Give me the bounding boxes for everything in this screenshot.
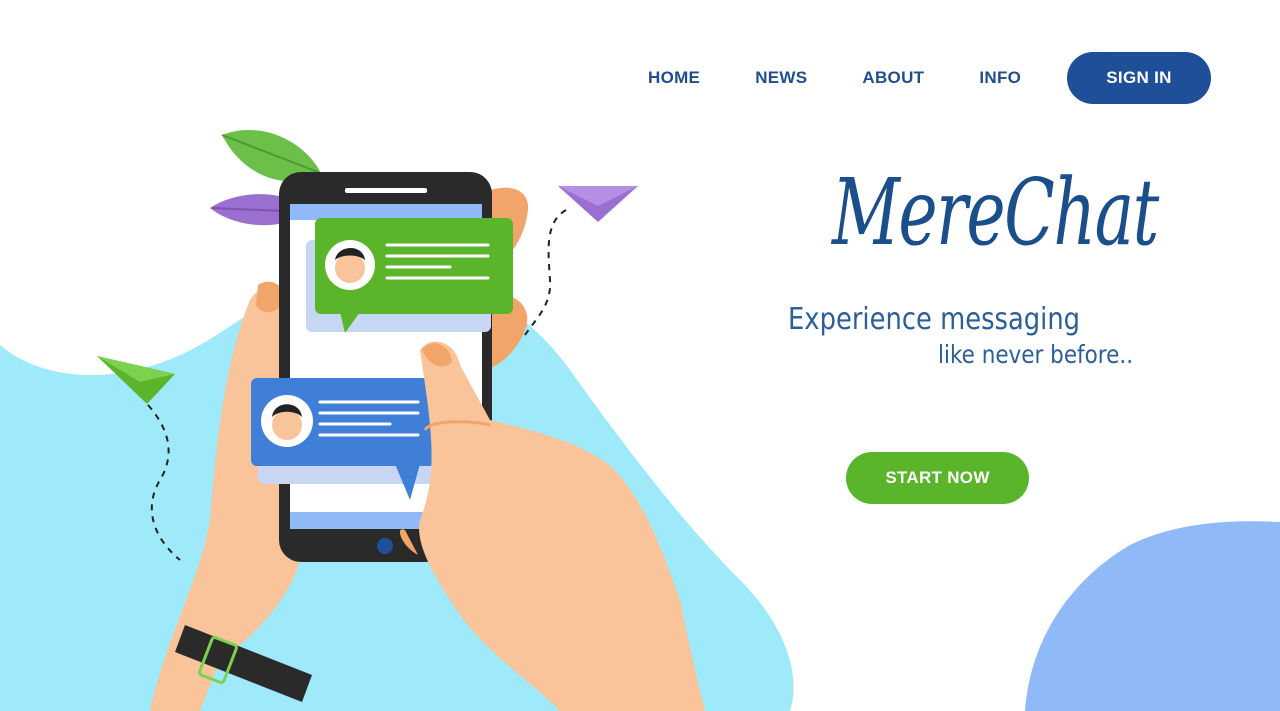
- hand-icon: [399, 341, 705, 711]
- chat-bubble-icon: [251, 378, 445, 500]
- nav-about-link[interactable]: ABOUT: [862, 68, 924, 88]
- nav-news-link[interactable]: NEWS: [755, 68, 807, 88]
- top-navigation: HOME NEWS ABOUT INFO SIGN IN: [620, 52, 1220, 104]
- tagline-line-2: like never before..: [938, 340, 1134, 369]
- nav-home-link[interactable]: HOME: [648, 68, 700, 88]
- nav-info-link[interactable]: INFO: [979, 68, 1021, 88]
- sign-in-button[interactable]: SIGN IN: [1067, 52, 1211, 104]
- chat-bubble-icon: [306, 218, 513, 333]
- start-now-button[interactable]: START NOW: [846, 452, 1029, 504]
- brand-title: MereChat: [832, 159, 1159, 266]
- paper-plane-icon: [97, 356, 181, 561]
- tagline-line-1: Experience messaging: [788, 302, 1081, 337]
- paper-plane-icon: [524, 186, 638, 336]
